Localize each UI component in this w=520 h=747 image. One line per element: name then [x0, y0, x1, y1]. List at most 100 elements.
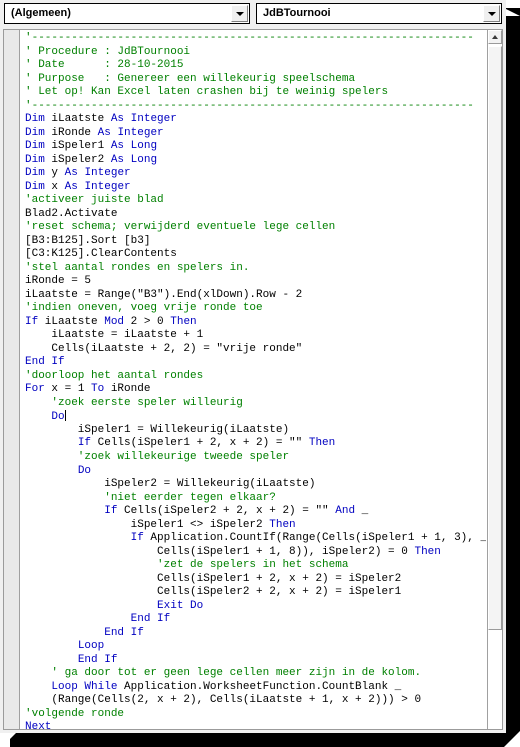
code-token: If	[77, 437, 92, 450]
code-token: As	[64, 180, 78, 193]
code-line: Do	[25, 465, 486, 479]
code-token: Loop	[77, 640, 105, 653]
code-token: iSpeler2 = Willekeurig(iLaatste)	[25, 478, 316, 491]
window-shadow-bottom	[10, 731, 520, 747]
code-token: Cells(iLaatste + 2, 2) = "vrije ronde"	[25, 342, 303, 355]
triangle-up-icon	[492, 35, 498, 39]
code-token: Then	[269, 518, 296, 531]
vertical-scroll-thumb[interactable]	[488, 46, 502, 630]
procedure-dropdown[interactable]: JdBTournooi	[256, 3, 502, 24]
code-text-area[interactable]: '---------------------------------------…	[21, 30, 486, 729]
code-token: Integer	[130, 113, 177, 126]
code-token: End If	[77, 653, 118, 666]
code-lines: '---------------------------------------…	[25, 32, 486, 729]
code-token: iSpeler1	[44, 140, 111, 153]
code-token: '---------------------------------------…	[25, 32, 474, 44]
code-line: Cells(iLaatste + 2, 2) = "vrije ronde"	[25, 343, 486, 357]
code-line: ' Procedure : JdBTournooi	[25, 46, 486, 60]
scroll-up-button[interactable]	[488, 30, 502, 44]
code-token: End If	[104, 626, 144, 639]
code-line: If Cells(iSpeler1 + 2, x + 2) = "" Then	[25, 437, 486, 451]
code-line: ' Let op! Kan Excel laten crashen bij te…	[25, 86, 486, 100]
code-line: iSpeler1 = Willekeurig(iLaatste)	[25, 424, 486, 438]
code-token: And	[335, 505, 356, 518]
code-line: Exit Do	[25, 600, 486, 614]
object-dropdown-value: (Algemeen)	[11, 7, 71, 19]
code-line: 'indien oneven, voeg vrije ronde toe	[25, 302, 486, 316]
code-line: iLaatste = Range("B3").End(xlDown).Row -…	[25, 289, 486, 303]
code-token: Cells(iSpeler1 + 2, x + 2) = ""	[91, 437, 309, 450]
code-token: iSpeler1 <> iSpeler2	[25, 518, 270, 531]
code-line: 'zoek eerste speler willeurig	[25, 397, 486, 411]
code-line: '---------------------------------------…	[25, 32, 486, 46]
code-line: 'stel aantal rondes en spelers in.	[25, 262, 486, 276]
code-token: [B3:B125].Sort [b3]	[25, 234, 151, 247]
code-token: iSpeler1 = Willekeurig(iLaatste)	[25, 423, 290, 436]
code-token: iLaatste = Range("B3").End(xlDown).Row -…	[25, 288, 303, 301]
code-token: iLaatste = iLaatste + 1	[25, 329, 204, 342]
code-token: '---------------------------------------…	[25, 99, 474, 112]
code-token: As	[110, 113, 125, 126]
chevron-down-icon[interactable]	[231, 5, 248, 22]
object-dropdown[interactable]: (Algemeen)	[4, 3, 250, 24]
code-line: End If	[25, 627, 486, 641]
code-token: 'niet eerder tegen elkaar?	[25, 491, 276, 504]
code-token: Loop While	[51, 680, 118, 693]
code-token: 2 > 0	[124, 315, 171, 328]
code-token: Exit Do	[157, 599, 204, 612]
code-token: ' Date : 28-10-2015	[25, 59, 184, 72]
code-token: Integer	[84, 180, 131, 193]
code-token: Cells(iSpeler1 + 1, 8)), iSpeler2) = 0	[25, 545, 415, 558]
vertical-scrollbar[interactable]	[487, 30, 502, 729]
code-line: 'niet eerder tegen elkaar?	[25, 492, 486, 506]
code-token: iRonde	[104, 383, 151, 396]
code-line: If Application.CountIf(Range(Cells(iSpel…	[25, 532, 486, 546]
code-line: Loop	[25, 640, 486, 654]
code-line: Loop While Application.WorksheetFunction…	[25, 681, 486, 695]
code-token: End If	[25, 356, 65, 369]
code-token: 'reset schema; verwijderd eventuele lege…	[25, 221, 336, 234]
code-line: Blad2.Activate	[25, 208, 486, 222]
procedure-dropdown-value: JdBTournooi	[263, 7, 331, 19]
code-line: (Range(Cells(2, x + 2), Cells(iLaatste +…	[25, 694, 486, 708]
code-token: Dim	[25, 167, 45, 180]
code-token: End If	[130, 613, 171, 626]
code-line: [B3:B125].Sort [b3]	[25, 235, 486, 249]
code-token: If	[130, 532, 144, 545]
chevron-down-glyph	[487, 11, 496, 16]
code-token: Then	[308, 437, 336, 450]
code-line: Dim iSpeler1 As Long	[25, 140, 486, 154]
code-line: ' Purpose : Genereer een willekeurig spe…	[25, 73, 486, 87]
code-token: Dim	[25, 153, 45, 166]
code-line: If iLaatste Mod 2 > 0 Then	[25, 316, 486, 330]
code-token: Do	[51, 411, 65, 424]
code-token: If	[25, 315, 39, 328]
code-token: As	[97, 126, 111, 139]
code-token: Cells(iSpeler2 + 2, x + 2) = iSpeler1	[25, 586, 402, 599]
code-line: iSpeler2 = Willekeurig(iLaatste)	[25, 478, 486, 492]
code-token: ' Procedure : JdBTournooi	[25, 45, 191, 58]
code-token: 'activeer juiste blad	[25, 194, 164, 207]
code-token: Mod	[104, 315, 125, 328]
code-token: iSpeler2	[44, 153, 111, 166]
code-token: Integer	[84, 167, 131, 180]
chevron-down-icon[interactable]	[483, 5, 500, 22]
code-window: (Algemeen) JdBTournooi '----------------…	[0, 0, 506, 733]
code-token: iLaatste	[44, 113, 111, 126]
editor-margin-indicator-bar[interactable]	[4, 30, 20, 729]
code-token: Dim	[25, 180, 45, 193]
code-line: End If	[25, 356, 486, 370]
vba-code-editor-window: (Algemeen) JdBTournooi '----------------…	[0, 0, 520, 747]
code-line: For x = 1 To iRonde	[25, 383, 486, 397]
vertical-scroll-track[interactable]	[488, 631, 502, 729]
code-line: 'zoek willekeurige tweede speler	[25, 451, 486, 465]
